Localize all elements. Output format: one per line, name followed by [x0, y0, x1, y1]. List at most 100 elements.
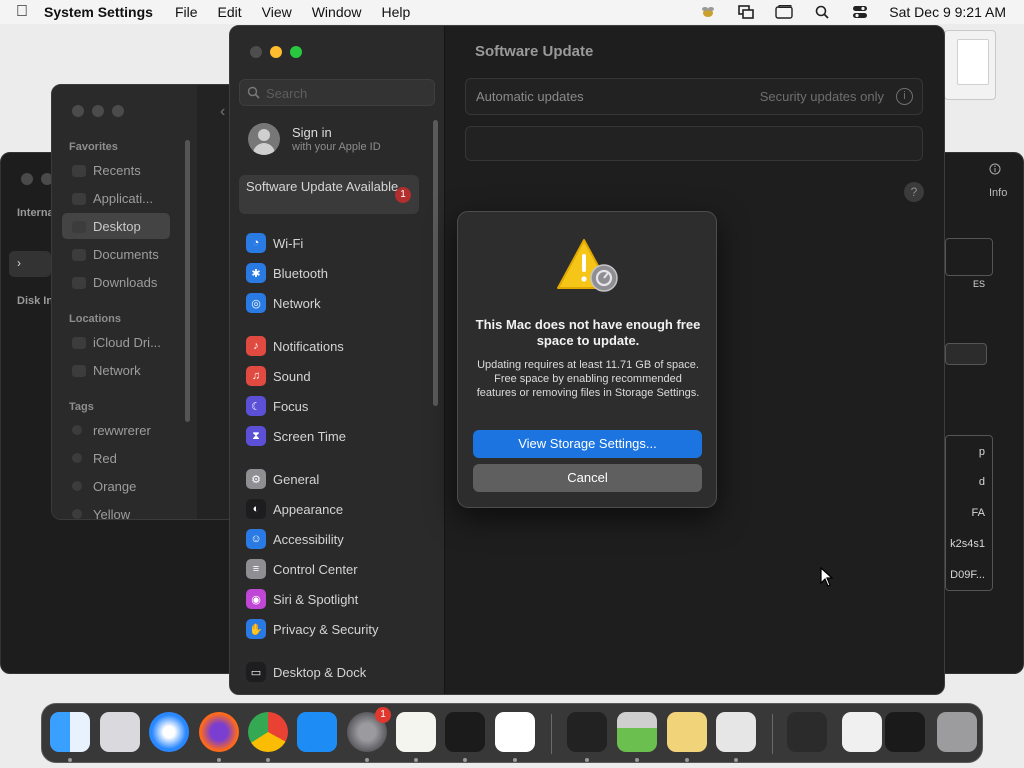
activity-monitor-icon[interactable]	[567, 712, 607, 752]
cancel-button[interactable]: Cancel	[473, 464, 702, 492]
app-store-icon[interactable]	[297, 712, 337, 752]
disk-button[interactable]	[945, 343, 987, 365]
disk-selected-row[interactable]: ›	[9, 251, 51, 277]
running-indicator	[68, 758, 72, 762]
tag-dot-icon	[72, 481, 82, 491]
sidebar-item-control-center[interactable]: ≡ Control Center	[246, 558, 436, 580]
screen-share-icon[interactable]	[737, 5, 755, 19]
disk-detail-value: p	[978, 446, 985, 458]
finder-item-documents[interactable]: Documents	[93, 247, 159, 262]
sidebar-item-sound[interactable]: ♫ Sound	[246, 365, 436, 387]
help-button[interactable]: ?	[904, 182, 924, 202]
siri-icon: ◉	[246, 589, 266, 609]
sidebar-item-siri-spotlight[interactable]: ◉ Siri & Spotlight	[246, 588, 436, 610]
sidebar-item-software-update-available[interactable]: Software Update Available 1	[239, 175, 419, 214]
sidebar-item-label: General	[273, 471, 320, 487]
launchpad-icon[interactable]	[100, 712, 140, 752]
software-update-available-label: Software Update Available	[246, 179, 399, 194]
chrome-icon[interactable]	[248, 712, 288, 752]
dock-separator	[551, 714, 552, 754]
desktop-file-icon[interactable]	[944, 30, 996, 100]
disk-utility-icon[interactable]	[617, 712, 657, 752]
menu-file[interactable]: File	[175, 4, 198, 20]
sidebar-item-label: Siri & Spotlight	[273, 591, 359, 607]
sidebar-item-accessibility[interactable]: ☺ Accessibility	[246, 528, 436, 550]
globe-icon	[72, 365, 86, 377]
document-thumbnail-icon[interactable]	[842, 712, 882, 752]
stack-folder-icon[interactable]	[787, 712, 827, 752]
disk-detail-value: D09F...	[950, 569, 985, 581]
sidebar-item-bluetooth[interactable]: ✱ Bluetooth	[246, 262, 436, 284]
menu-bar-clock[interactable]: Sat Dec 9 9:21 AM	[889, 4, 1006, 20]
finder-item-icloud[interactable]: iCloud Dri...	[93, 335, 161, 350]
info-icon[interactable]	[989, 163, 1001, 178]
finder-item-downloads[interactable]: Downloads	[93, 275, 157, 290]
sidebar-item-screen-time[interactable]: ⧗ Screen Time	[246, 425, 436, 447]
sidebar-item-notifications[interactable]: ♪ Notifications	[246, 335, 436, 357]
sidebar-item-appearance[interactable]: ◐ Appearance	[246, 498, 436, 520]
display-icon[interactable]	[775, 5, 793, 19]
zoom-button[interactable]	[290, 46, 302, 58]
finder-item-network[interactable]: Network	[93, 363, 141, 378]
info-label[interactable]: Info	[989, 187, 1007, 199]
search-icon[interactable]	[813, 5, 831, 19]
window-thumbnail-icon[interactable]	[885, 712, 925, 752]
search-input[interactable]	[266, 84, 426, 102]
system-info-icon[interactable]	[716, 712, 756, 752]
textedit-icon[interactable]	[396, 712, 436, 752]
running-indicator	[734, 758, 738, 762]
sidebar-item-label: Desktop & Dock	[273, 664, 367, 680]
dock-icon: ▭	[246, 662, 266, 682]
menu-edit[interactable]: Edit	[218, 4, 242, 20]
finder-item-applications[interactable]: Applicati...	[93, 191, 153, 206]
sidebar-item-privacy-security[interactable]: ✋ Privacy & Security	[246, 618, 436, 640]
finder-item-recents[interactable]: Recents	[93, 163, 141, 178]
hand-icon: ✋	[246, 619, 266, 639]
clock-icon	[72, 165, 86, 177]
menu-view[interactable]: View	[262, 4, 292, 20]
info-icon[interactable]: i	[896, 88, 913, 105]
finder-item-desktop[interactable]: Desktop	[93, 219, 141, 234]
back-arrow-icon[interactable]: ‹	[220, 103, 225, 121]
sidebar-item-wi-fi[interactable]: ◔ Wi-Fi	[246, 232, 436, 254]
alert-body: Updating requires at least 11.71 GB of s…	[476, 359, 700, 399]
finder-sidebar-scrollbar[interactable]	[185, 140, 190, 422]
sidebar-item-network[interactable]: ◎ Network	[246, 292, 436, 314]
bee-icon[interactable]	[699, 5, 717, 19]
page-title: Software Update	[475, 43, 594, 60]
firefox-icon[interactable]	[199, 712, 239, 752]
globe-icon: ◎	[246, 293, 266, 313]
finder-tag[interactable]: Red	[93, 451, 117, 466]
search-field[interactable]	[239, 79, 435, 106]
control-center-icon[interactable]	[851, 5, 869, 19]
finder-tag[interactable]: rewwrerer	[93, 423, 151, 438]
apple-menu-icon[interactable]: 	[0, 3, 44, 21]
finder-tag[interactable]: Orange	[93, 479, 136, 494]
apple-id-signin[interactable]: Sign in with your Apple ID	[248, 123, 438, 159]
sidebar-item-general[interactable]: ⚙ General	[246, 468, 436, 490]
bee-app-icon[interactable]	[667, 712, 707, 752]
trash-icon[interactable]	[937, 712, 977, 752]
sidebar-item-desktop-dock[interactable]: ▭ Desktop & Dock	[246, 661, 436, 683]
vscode-icon[interactable]	[495, 712, 535, 752]
minimize-button[interactable]	[270, 46, 282, 58]
sidebar-item-focus[interactable]: ☾ Focus	[246, 395, 436, 417]
view-storage-settings-button[interactable]: View Storage Settings...	[473, 430, 702, 458]
update-status-row	[465, 126, 923, 161]
app-menu[interactable]: System Settings	[44, 4, 153, 20]
finder-icon[interactable]	[50, 712, 90, 752]
running-indicator	[266, 758, 270, 762]
menu-help[interactable]: Help	[382, 4, 411, 20]
menu-window[interactable]: Window	[312, 4, 362, 20]
close-button[interactable]	[250, 46, 262, 58]
safari-icon[interactable]	[149, 712, 189, 752]
finder-tag[interactable]: Yellow	[93, 507, 130, 519]
internal-section-label: Interna	[17, 207, 54, 219]
wifi-icon: ◔	[246, 233, 266, 253]
automatic-updates-label: Automatic updates	[476, 89, 584, 104]
automatic-updates-value: Security updates only	[759, 89, 884, 104]
disk-detail-value: FA	[971, 507, 985, 519]
sidebar-scrollbar[interactable]	[433, 120, 438, 406]
automatic-updates-row[interactable]: Automatic updates Security updates only …	[465, 78, 923, 115]
terminal-icon[interactable]	[445, 712, 485, 752]
